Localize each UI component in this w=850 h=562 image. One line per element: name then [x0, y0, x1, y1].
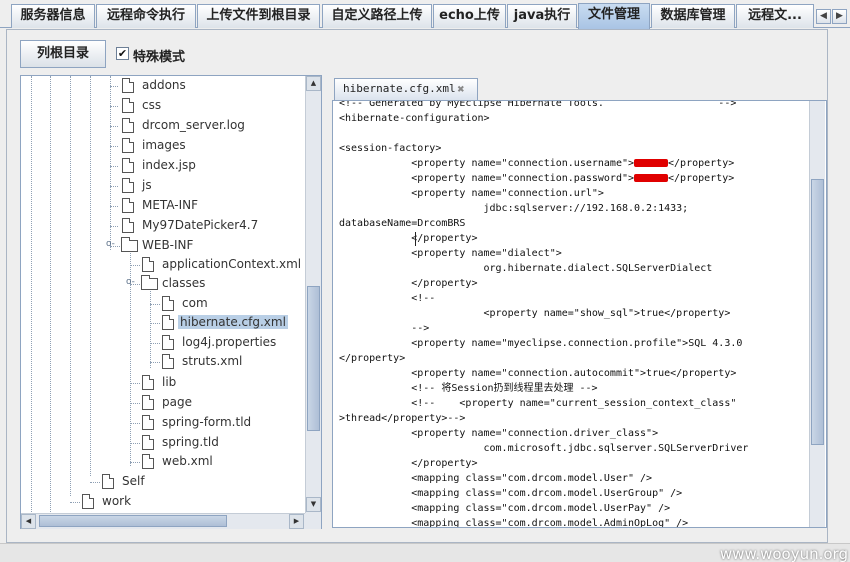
scroll-thumb[interactable] — [307, 286, 320, 431]
tab-custom-upload[interactable]: 自定义路径上传 — [322, 4, 432, 28]
redaction-mark — [634, 159, 669, 167]
special-mode-checkbox[interactable]: ✔ — [116, 47, 129, 60]
text-cursor — [415, 232, 416, 246]
tree-guide — [50, 76, 51, 528]
tree-vertical-scrollbar[interactable]: ▲ ▼ — [305, 76, 321, 513]
editor-tab-title: hibernate.cfg.xml — [343, 82, 456, 95]
scroll-thumb[interactable] — [39, 515, 227, 527]
scroll-thumb[interactable] — [811, 179, 824, 445]
tree-guide — [90, 76, 91, 476]
tree-guide — [110, 76, 111, 250]
file-icon — [162, 296, 174, 311]
file-icon — [102, 474, 114, 489]
tab-scroll-left-icon[interactable]: ◀ — [816, 9, 831, 24]
list-root-button[interactable]: 列根目录 — [20, 40, 106, 68]
scroll-corner — [305, 513, 321, 529]
file-icon — [122, 178, 134, 193]
tab-remote-command[interactable]: 远程命令执行 — [96, 4, 196, 28]
file-icon — [142, 435, 154, 450]
expand-toggle-icon[interactable]: o- — [106, 239, 115, 249]
folder-open-icon — [121, 237, 138, 252]
expand-toggle-icon[interactable]: o- — [126, 277, 135, 287]
file-icon — [122, 138, 134, 153]
tab-scroll-right-icon[interactable]: ▶ — [832, 9, 847, 24]
tab-file-manager[interactable]: 文件管理 — [578, 3, 650, 29]
tab-java-exec[interactable]: java执行 — [507, 4, 577, 28]
watermark: www.wooyun.org — [719, 545, 848, 562]
redaction-mark — [634, 174, 669, 182]
tab-bar: 服务器信息 远程命令执行 上传文件到根目录 自定义路径上传 echo上传 jav… — [0, 0, 850, 29]
file-icon — [122, 118, 134, 133]
file-icon — [122, 98, 134, 113]
folder-open-icon — [141, 275, 158, 290]
tree-guide — [150, 288, 151, 368]
file-icon — [122, 78, 134, 93]
tab-echo-upload[interactable]: echo上传 — [433, 4, 506, 28]
file-icon — [142, 375, 154, 390]
code-content: <!-- Generated by MyEclipse Hibernate To… — [339, 100, 749, 528]
close-icon[interactable]: ✖ — [455, 83, 467, 95]
scroll-right-icon[interactable]: ▶ — [289, 514, 304, 529]
scroll-down-icon[interactable]: ▼ — [306, 497, 321, 512]
file-icon — [162, 354, 174, 369]
tab-upload-root[interactable]: 上传文件到根目录 — [197, 4, 320, 28]
special-mode-label: 特殊模式 — [133, 50, 186, 65]
scroll-left-icon[interactable]: ◀ — [21, 514, 36, 529]
tab-server-info[interactable]: 服务器信息 — [11, 4, 95, 28]
tab-remote-file[interactable]: 远程文... — [736, 4, 814, 28]
file-icon — [142, 415, 154, 430]
file-icon — [162, 315, 174, 330]
file-icon — [142, 257, 154, 272]
tree-guide — [70, 76, 71, 496]
editor-tab[interactable]: hibernate.cfg.xml ✖ — [334, 78, 478, 100]
code-editor[interactable]: <!-- Generated by MyEclipse Hibernate To… — [332, 100, 827, 528]
tab-db-manager[interactable]: 数据库管理 — [651, 4, 735, 28]
file-icon — [162, 335, 174, 350]
file-icon — [82, 494, 94, 509]
file-tree: addons css drcom_server.log images index… — [20, 75, 322, 529]
tree-guide — [31, 76, 32, 528]
tree-horizontal-scrollbar[interactable]: ◀ ▶ — [21, 513, 305, 529]
file-icon — [122, 198, 134, 213]
file-icon — [122, 218, 134, 233]
scroll-up-icon[interactable]: ▲ — [306, 76, 321, 91]
file-icon — [122, 158, 134, 173]
file-icon — [142, 454, 154, 469]
file-icon — [142, 395, 154, 410]
editor-vertical-scrollbar[interactable] — [809, 101, 825, 527]
